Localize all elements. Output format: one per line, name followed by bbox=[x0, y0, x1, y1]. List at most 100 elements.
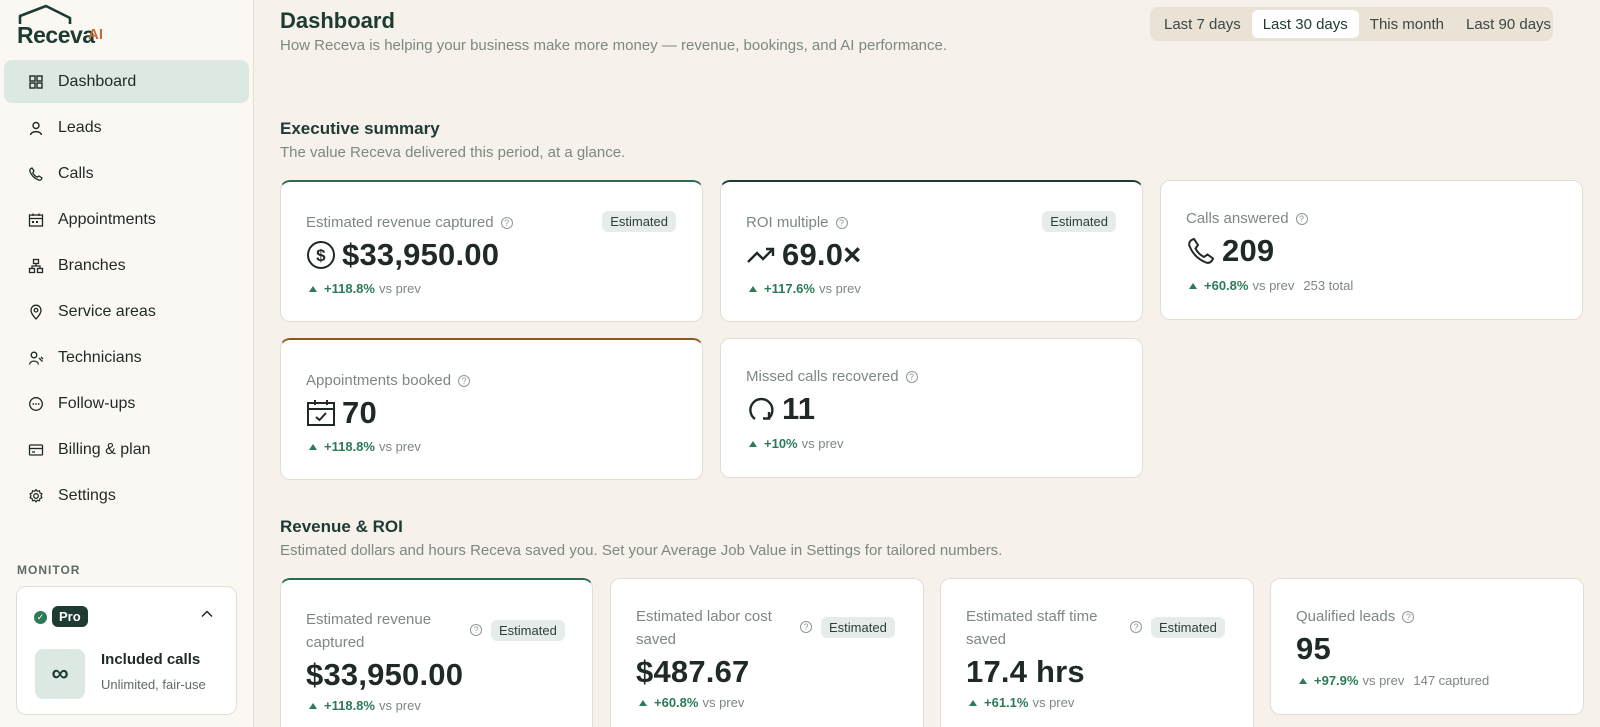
plan-subtitle: Unlimited, fair-use bbox=[101, 677, 206, 692]
help-icon[interactable]: ? bbox=[1130, 621, 1142, 633]
sidebar-item-label: Follow-ups bbox=[58, 394, 136, 412]
help-icon[interactable]: ? bbox=[800, 621, 812, 633]
grid-icon bbox=[28, 74, 44, 90]
map-pin-icon bbox=[28, 304, 44, 320]
sidebar-item-billing[interactable]: Billing & plan bbox=[4, 428, 249, 471]
sidebar: Receva AI Dashboard Leads Calls Appointm… bbox=[0, 0, 254, 727]
trend-up-arrow-icon bbox=[749, 440, 757, 447]
help-icon[interactable]: ? bbox=[500, 217, 513, 230]
kpi-label: Estimated revenue captured? bbox=[306, 211, 513, 234]
kpi-card-appointments: Appointments booked? 70 +118.8% vs prev bbox=[280, 338, 703, 480]
executive-summary-subtitle: The value Receva delivered this period, … bbox=[280, 144, 626, 161]
gear-icon bbox=[28, 488, 44, 504]
sidebar-item-service-areas[interactable]: Service areas bbox=[4, 290, 249, 333]
sidebar-item-label: Technicians bbox=[58, 348, 142, 366]
revenue-roi-title: Revenue & ROI bbox=[280, 517, 403, 536]
brand-name: Receva bbox=[17, 22, 95, 48]
sidebar-item-label: Dashboard bbox=[58, 72, 137, 90]
help-icon[interactable]: ? bbox=[905, 371, 918, 384]
credit-card-icon bbox=[28, 442, 44, 458]
refresh-icon bbox=[749, 397, 774, 420]
kpi-label: Calls answered? bbox=[1186, 207, 1308, 230]
kpi-card-roi: ROI multiple? Estimated 69.0× +117.6% vs … bbox=[720, 180, 1143, 322]
brand-logo[interactable]: Receva AI bbox=[16, 4, 126, 50]
kpi-card-missed-calls: Missed calls recovered? 11 +10% vs prev bbox=[720, 338, 1143, 478]
plan-title: Included calls bbox=[101, 651, 201, 668]
infinity-icon: ∞ bbox=[35, 649, 85, 699]
help-icon[interactable]: ? bbox=[1295, 213, 1308, 226]
kpi-label: ROI multiple? bbox=[746, 211, 848, 234]
user-icon bbox=[28, 120, 44, 136]
trend-up-arrow-icon bbox=[309, 285, 317, 292]
trend-up-arrow-icon bbox=[749, 285, 757, 292]
executive-summary-title: Executive summary bbox=[280, 119, 440, 138]
chat-bubble-icon bbox=[28, 396, 44, 412]
revenue-roi-subtitle: Estimated dollars and hours Receva saved… bbox=[280, 542, 1003, 559]
kpi-value: 69.0× bbox=[746, 237, 861, 273]
roi-value: $487.67 bbox=[636, 654, 750, 689]
roi-label: Qualified leads? bbox=[1296, 605, 1415, 628]
range-last-90-days[interactable]: Last 90 days bbox=[1455, 10, 1562, 38]
kpi-delta: +118.8% vs prev bbox=[306, 439, 421, 454]
sidebar-item-calls[interactable]: Calls bbox=[4, 152, 249, 195]
estimated-badge: Estimated bbox=[821, 617, 895, 638]
roi-delta: +61.1% vs prev bbox=[966, 695, 1074, 710]
sidebar-item-label: Branches bbox=[58, 256, 126, 274]
date-range-selector: Last 7 days Last 30 days This month Last… bbox=[1150, 7, 1553, 41]
phone-icon bbox=[28, 166, 44, 182]
trend-up-icon bbox=[747, 247, 775, 263]
roi-delta: +60.8% vs prev bbox=[636, 695, 744, 710]
roi-label: Estimated labor cost saved bbox=[636, 608, 772, 648]
estimated-badge: Estimated bbox=[1151, 617, 1225, 638]
page-title: Dashboard bbox=[280, 8, 395, 33]
estimated-badge: Estimated bbox=[602, 211, 676, 232]
roi-delta: +118.8% vs prev bbox=[306, 698, 421, 713]
range-last-30-days[interactable]: Last 30 days bbox=[1251, 10, 1359, 38]
kpi-card-revenue: Estimated revenue captured? Estimated $ … bbox=[280, 180, 703, 322]
sidebar-item-technicians[interactable]: Technicians bbox=[4, 336, 249, 379]
brand-suffix: AI bbox=[88, 26, 103, 43]
trend-up-arrow-icon bbox=[309, 443, 317, 450]
plan-card: ✓ Pro ∞ Included calls Unlimited, fair-u… bbox=[16, 586, 237, 715]
sidebar-item-branches[interactable]: Branches bbox=[4, 244, 249, 287]
technician-icon bbox=[28, 350, 44, 366]
help-icon[interactable]: ? bbox=[470, 624, 482, 636]
monitor-section-label: MONITOR bbox=[17, 563, 81, 577]
sidebar-item-label: Calls bbox=[58, 164, 94, 182]
sidebar-item-leads[interactable]: Leads bbox=[4, 106, 249, 149]
kpi-delta: +118.8% vs prev bbox=[306, 281, 421, 296]
help-icon[interactable]: ? bbox=[835, 217, 848, 230]
svg-text:$: $ bbox=[316, 246, 326, 265]
sidebar-item-settings[interactable]: Settings bbox=[4, 474, 249, 517]
range-last-7-days[interactable]: Last 7 days bbox=[1153, 10, 1252, 38]
kpi-value: 11 bbox=[746, 391, 815, 427]
estimated-badge: Estimated bbox=[491, 620, 565, 641]
kpi-card-calls-answered: Calls answered? 209 +60.8% vs prev 253 tot… bbox=[1160, 180, 1583, 320]
roi-value: 95 bbox=[1296, 631, 1331, 666]
range-this-month[interactable]: This month bbox=[1359, 10, 1455, 38]
dollar-icon: $ bbox=[307, 241, 335, 269]
calendar-check-icon bbox=[307, 400, 335, 426]
trend-up-arrow-icon bbox=[639, 699, 647, 706]
roi-card-labor-cost: Estimated labor cost saved ? Estimated $4… bbox=[610, 578, 924, 727]
kpi-delta: +117.6% vs prev bbox=[746, 281, 861, 296]
sidebar-item-label: Settings bbox=[58, 486, 116, 504]
trend-up-arrow-icon bbox=[1299, 677, 1307, 684]
sidebar-item-appointments[interactable]: Appointments bbox=[4, 198, 249, 241]
sidebar-item-follow-ups[interactable]: Follow-ups bbox=[4, 382, 249, 425]
estimated-badge: Estimated bbox=[1042, 211, 1116, 232]
kpi-value: $ $33,950.00 bbox=[306, 237, 499, 273]
roi-label: Estimated revenue captured bbox=[306, 611, 432, 651]
sidebar-item-label: Service areas bbox=[58, 302, 156, 320]
roi-value: 17.4 hrs bbox=[966, 654, 1085, 689]
kpi-value: 209 bbox=[1186, 233, 1274, 269]
branches-icon bbox=[28, 258, 44, 274]
kpi-delta: +10% vs prev bbox=[746, 436, 844, 451]
help-icon[interactable]: ? bbox=[458, 375, 471, 388]
chevron-up-icon[interactable] bbox=[200, 607, 214, 621]
help-icon[interactable]: ? bbox=[1402, 611, 1415, 624]
roi-delta: +97.9% vs prev 147 captured bbox=[1296, 673, 1489, 688]
check-icon: ✓ bbox=[34, 611, 47, 624]
trend-up-arrow-icon bbox=[969, 699, 977, 706]
sidebar-item-dashboard[interactable]: Dashboard bbox=[4, 60, 249, 103]
